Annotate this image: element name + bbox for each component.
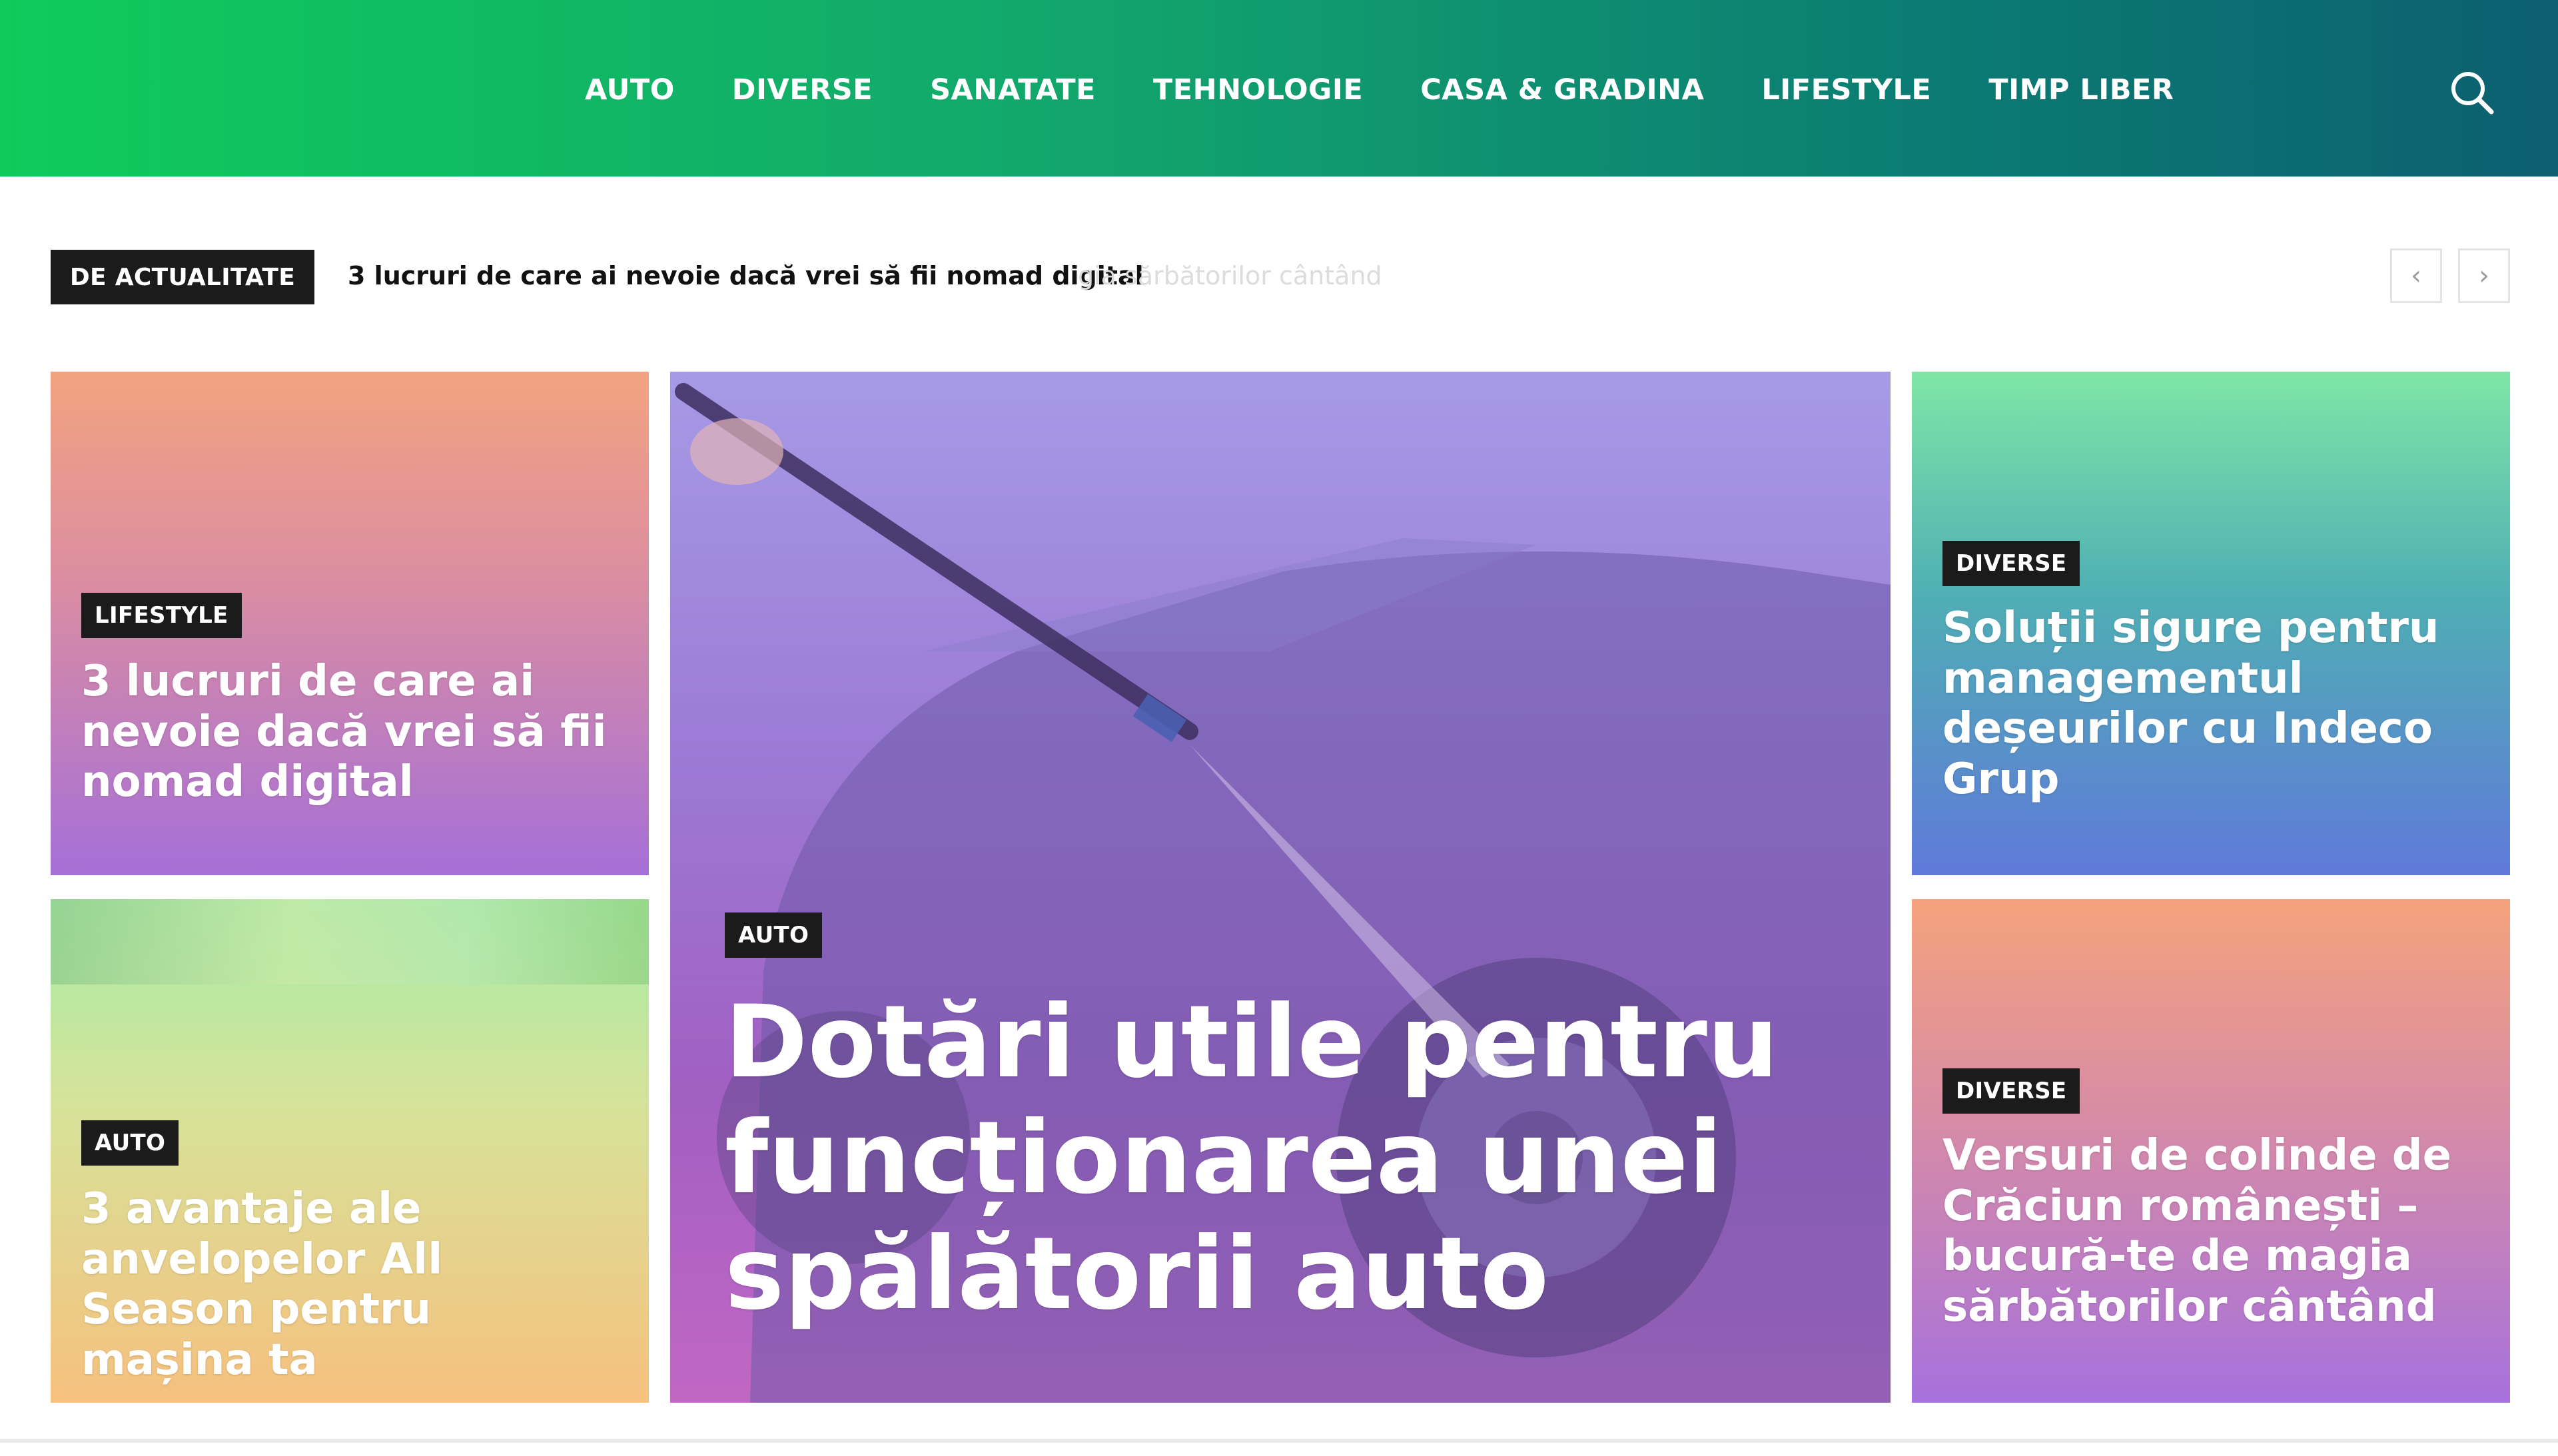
ticker-next-button[interactable]: ›	[2458, 248, 2510, 303]
site-header: AUTO DIVERSE SANATATE TEHNOLOGIE CASA & …	[0, 0, 2558, 177]
card-image-strip	[51, 899, 649, 984]
main-nav: AUTO DIVERSE SANATATE TEHNOLOGIE CASA & …	[585, 73, 2174, 107]
nav-item-lifestyle[interactable]: LIFESTYLE	[1761, 73, 1931, 107]
article-title[interactable]: Dotări utile pentru funcționarea unei sp…	[725, 984, 1791, 1332]
article-title[interactable]: Versuri de colinde de Crăciun românești …	[1942, 1131, 2482, 1332]
category-badge[interactable]: LIFESTYLE	[81, 593, 242, 638]
nav-item-sanatate[interactable]: SANATATE	[930, 73, 1096, 107]
search-icon	[2451, 72, 2494, 115]
article-card-bottom-left[interactable]: AUTO 3 avantaje ale anvelopelor All Seas…	[51, 899, 649, 1403]
nav-item-casa-gradina[interactable]: CASA & GRADINA	[1420, 73, 1704, 107]
article-card-top-right[interactable]: DIVERSE Soluții sigure pentru management…	[1912, 372, 2510, 875]
ticker-label: DE ACTUALITATE	[51, 250, 314, 304]
ticker-prev-button[interactable]: ‹	[2390, 248, 2442, 303]
chevron-left-icon: ‹	[2411, 260, 2421, 291]
search-button[interactable]	[2446, 67, 2497, 117]
category-badge[interactable]: AUTO	[725, 912, 823, 958]
article-title[interactable]: Soluții sigure pentru managementul deșeu…	[1942, 603, 2475, 805]
article-card-featured[interactable]: AUTO Dotări utile pentru funcționarea un…	[670, 372, 1891, 1403]
nav-item-diverse[interactable]: DIVERSE	[732, 73, 873, 107]
nav-item-auto[interactable]: AUTO	[585, 73, 675, 107]
bottom-divider	[0, 1439, 2558, 1443]
article-title[interactable]: 3 lucruri de care ai nevoie dacă vrei să…	[81, 657, 614, 808]
category-badge[interactable]: DIVERSE	[1942, 541, 2080, 586]
nav-item-timp-liber[interactable]: TIMP LIBER	[1988, 73, 2174, 107]
nav-item-tehnologie[interactable]: TEHNOLOGIE	[1153, 73, 1363, 107]
article-card-bottom-right[interactable]: DIVERSE Versuri de colinde de Crăciun ro…	[1912, 899, 2510, 1403]
ticker-next-headline: gia sărbătorilor cântând	[1078, 261, 1382, 290]
article-card-top-left[interactable]: LIFESTYLE 3 lucruri de care ai nevoie da…	[51, 372, 649, 875]
article-title[interactable]: 3 avantaje ale anvelopelor All Season pe…	[81, 1184, 614, 1385]
ticker-headline[interactable]: 3 lucruri de care ai nevoie dacă vrei să…	[348, 261, 1144, 290]
category-badge[interactable]: AUTO	[81, 1120, 179, 1166]
chevron-right-icon: ›	[2479, 260, 2489, 291]
category-badge[interactable]: DIVERSE	[1942, 1068, 2080, 1114]
